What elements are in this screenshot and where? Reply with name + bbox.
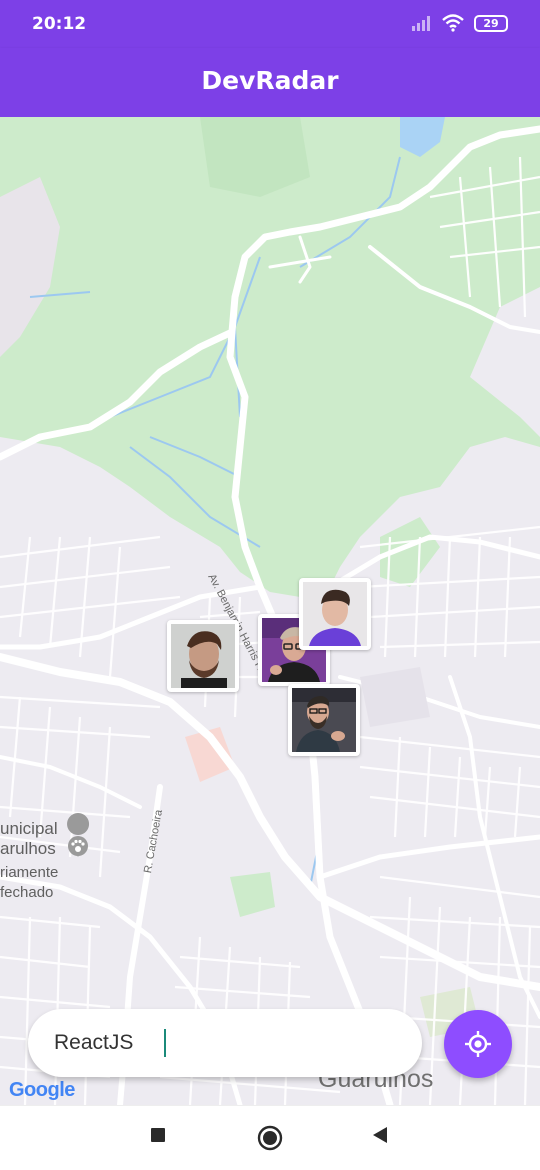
dev-avatar-1: [171, 624, 235, 688]
home-icon: [257, 1125, 283, 1151]
map-view[interactable]: Av. Benjamin Harris Hu R. Cachoeira unic…: [0, 117, 540, 1105]
recent-apps-icon: [151, 1128, 165, 1142]
status-bar: 20:12 29: [0, 0, 540, 48]
back-icon: [373, 1127, 387, 1143]
my-location-button[interactable]: [444, 1010, 512, 1078]
system-nav-bar: [0, 1105, 540, 1170]
dev-marker-3[interactable]: [299, 578, 371, 650]
app-bar: DevRadar: [0, 48, 540, 117]
dev-marker-4[interactable]: [288, 684, 360, 756]
search-bar: [28, 1009, 422, 1077]
text-caret: [164, 1029, 166, 1057]
poi-label-line2: arulhos: [0, 839, 56, 858]
back-button[interactable]: [371, 1126, 389, 1144]
map-tiles[interactable]: [0, 117, 540, 1105]
google-logo-text: Google: [9, 1079, 75, 1101]
status-icons: 29: [412, 14, 508, 32]
poi-status: riamente fechado: [0, 863, 58, 903]
wifi-icon: [442, 14, 464, 32]
poi-label-line1: unicipal: [0, 819, 58, 838]
home-button[interactable]: [257, 1125, 283, 1151]
app-title: DevRadar: [201, 66, 339, 95]
dev-avatar-4: [292, 688, 356, 752]
recent-apps-button[interactable]: [149, 1126, 167, 1144]
dev-avatar-3: [303, 582, 367, 646]
poi-status-line1: riamente: [0, 864, 59, 881]
google-logo: Google: [9, 1079, 75, 1102]
my-location-icon: [465, 1031, 491, 1057]
battery-icon: 29: [474, 14, 508, 32]
poi-status-line2: fechado: [0, 884, 54, 901]
dev-marker-1[interactable]: [167, 620, 239, 692]
signal-icon: [412, 16, 430, 31]
search-input[interactable]: [54, 1009, 394, 1077]
poi-label: unicipal arulhos: [0, 819, 58, 859]
status-time: 20:12: [32, 14, 87, 34]
